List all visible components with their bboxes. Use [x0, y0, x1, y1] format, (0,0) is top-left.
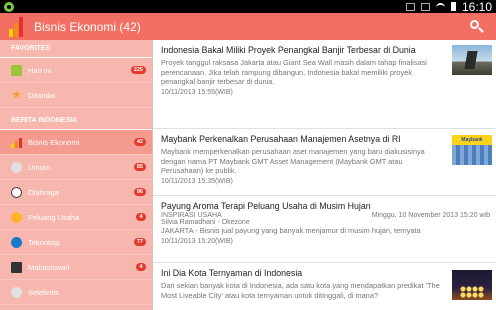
article-title: Maybank Perkenalkan Perusahaan Manajemen… [161, 134, 401, 144]
coin-icon [11, 211, 22, 223]
search-icon[interactable] [470, 19, 484, 34]
count-badge: 4 [136, 213, 146, 221]
sidebar: FAVORITES Hari ini 225 ★ Ditandai BERITA… [0, 40, 152, 310]
article-summary: JAKARTA - Bisnis jual payung yang banyak… [161, 226, 421, 235]
soccer-ball-icon [11, 186, 22, 198]
chart-icon [11, 137, 22, 148]
sidebar-item-selebritis[interactable]: Selebritis [0, 280, 152, 305]
sidebar-item-teknologi[interactable]: Teknologi 77 [0, 230, 152, 255]
technology-icon [11, 236, 22, 248]
screenshot-icon [420, 2, 430, 11]
sidebar-item-label: Umum [28, 162, 51, 172]
sidebar-item-mahasiswa[interactable]: Mahasiswa/i 4 [0, 255, 152, 280]
app-notification-icon [4, 1, 14, 12]
sidebar-item-hari-ini[interactable]: Hari ini 225 [0, 58, 152, 83]
sidebar-item-label: Teknologi [28, 237, 60, 247]
article-date: Minggu, 10 November 2013 15:20 wib [371, 212, 490, 219]
article-author: Silvia Ramadhani - Okezone [161, 219, 250, 226]
article-source: INSPIRASI USAHA [161, 212, 222, 219]
sidebar-item-peluang-usaha[interactable]: Peluang Usaha 4 [0, 205, 152, 230]
article-source-row: INSPIRASI USAHA Minggu, 10 November 2013… [161, 212, 490, 219]
battery-icon [450, 2, 456, 11]
sidebar-item-olahraga[interactable]: Olahraga 96 [0, 180, 152, 205]
berita-indonesia-header: BERITA INDONESIA [0, 112, 152, 130]
sidebar-item-umum[interactable]: Umum 85 [0, 155, 152, 180]
article-item[interactable]: Indonesia Bakal Miliki Proyek Penangkal … [153, 40, 496, 129]
image-icon [405, 2, 415, 11]
globe-icon [11, 161, 22, 173]
count-badge: 85 [133, 163, 146, 171]
sidebar-item-label: Selebritis [28, 287, 59, 297]
article-thumbnail: Maybank [452, 135, 492, 165]
article-time: 10/11/2013 15:35(WIB) [161, 177, 233, 185]
article-summary: Maybank memperkenalkan perusahaan aset m… [161, 147, 425, 175]
sidebar-item-label: Hari ini [28, 65, 52, 75]
graduation-cap-icon [11, 261, 22, 273]
count-badge: 42 [133, 138, 146, 146]
status-bar: 16:10 [0, 0, 496, 14]
sidebar-item-bisnis-ekonomi[interactable]: Bisnis Ekonomi 42 [0, 130, 152, 155]
page-title: Bisnis Ekonomi (42) [34, 19, 141, 34]
app-logo-icon[interactable] [2, 13, 30, 40]
article-thumbnail [452, 45, 492, 75]
sidebar-item-label: Peluang Usaha [28, 212, 80, 222]
sidebar-item-label: Mahasiswa/i [28, 262, 70, 272]
wifi-icon [435, 2, 445, 11]
clock: 16:10 [461, 0, 492, 14]
sidebar-item-label: Olahraga [28, 187, 59, 197]
count-badge: 225 [130, 66, 146, 74]
article-item[interactable]: Ini Dia Kota Ternyaman di Indonesia Dari… [153, 263, 496, 310]
count-badge: 77 [133, 238, 146, 246]
celebrity-icon [11, 286, 22, 298]
article-summary: Proyek tanggul raksasa Jakarta atau Gian… [161, 58, 427, 86]
article-title: Payung Aroma Terapi Peluang Usaha di Mus… [161, 201, 371, 211]
article-item[interactable]: Payung Aroma Terapi Peluang Usaha di Mus… [153, 196, 496, 263]
rss-icon [11, 64, 22, 76]
article-list: Indonesia Bakal Miliki Proyek Penangkal … [152, 40, 496, 310]
maybank-logo: Maybank [452, 135, 492, 145]
sidebar-item-label: Bisnis Ekonomi [28, 137, 80, 147]
action-bar: Bisnis Ekonomi (42) [0, 13, 496, 40]
article-item[interactable]: Maybank Perkenalkan Perusahaan Manajemen… [153, 129, 496, 196]
article-time: 10/11/2013 15:20(WIB) [161, 237, 233, 245]
count-badge: 4 [136, 263, 146, 271]
star-icon: ★ [11, 88, 22, 101]
article-summary: Dari sekian banyak kota di Indonesia, ad… [161, 281, 440, 300]
article-thumbnail [452, 270, 492, 300]
sidebar-item-ditandai[interactable]: ★ Ditandai [0, 83, 152, 108]
count-badge: 96 [133, 188, 146, 196]
favorites-header: FAVORITES [0, 40, 152, 58]
article-title: Indonesia Bakal Miliki Proyek Penangkal … [161, 45, 416, 55]
sidebar-item-label: Ditandai [28, 90, 56, 100]
article-title: Ini Dia Kota Ternyaman di Indonesia [161, 268, 303, 278]
article-time: 10/11/2013 15:55(WIB) [161, 88, 233, 96]
